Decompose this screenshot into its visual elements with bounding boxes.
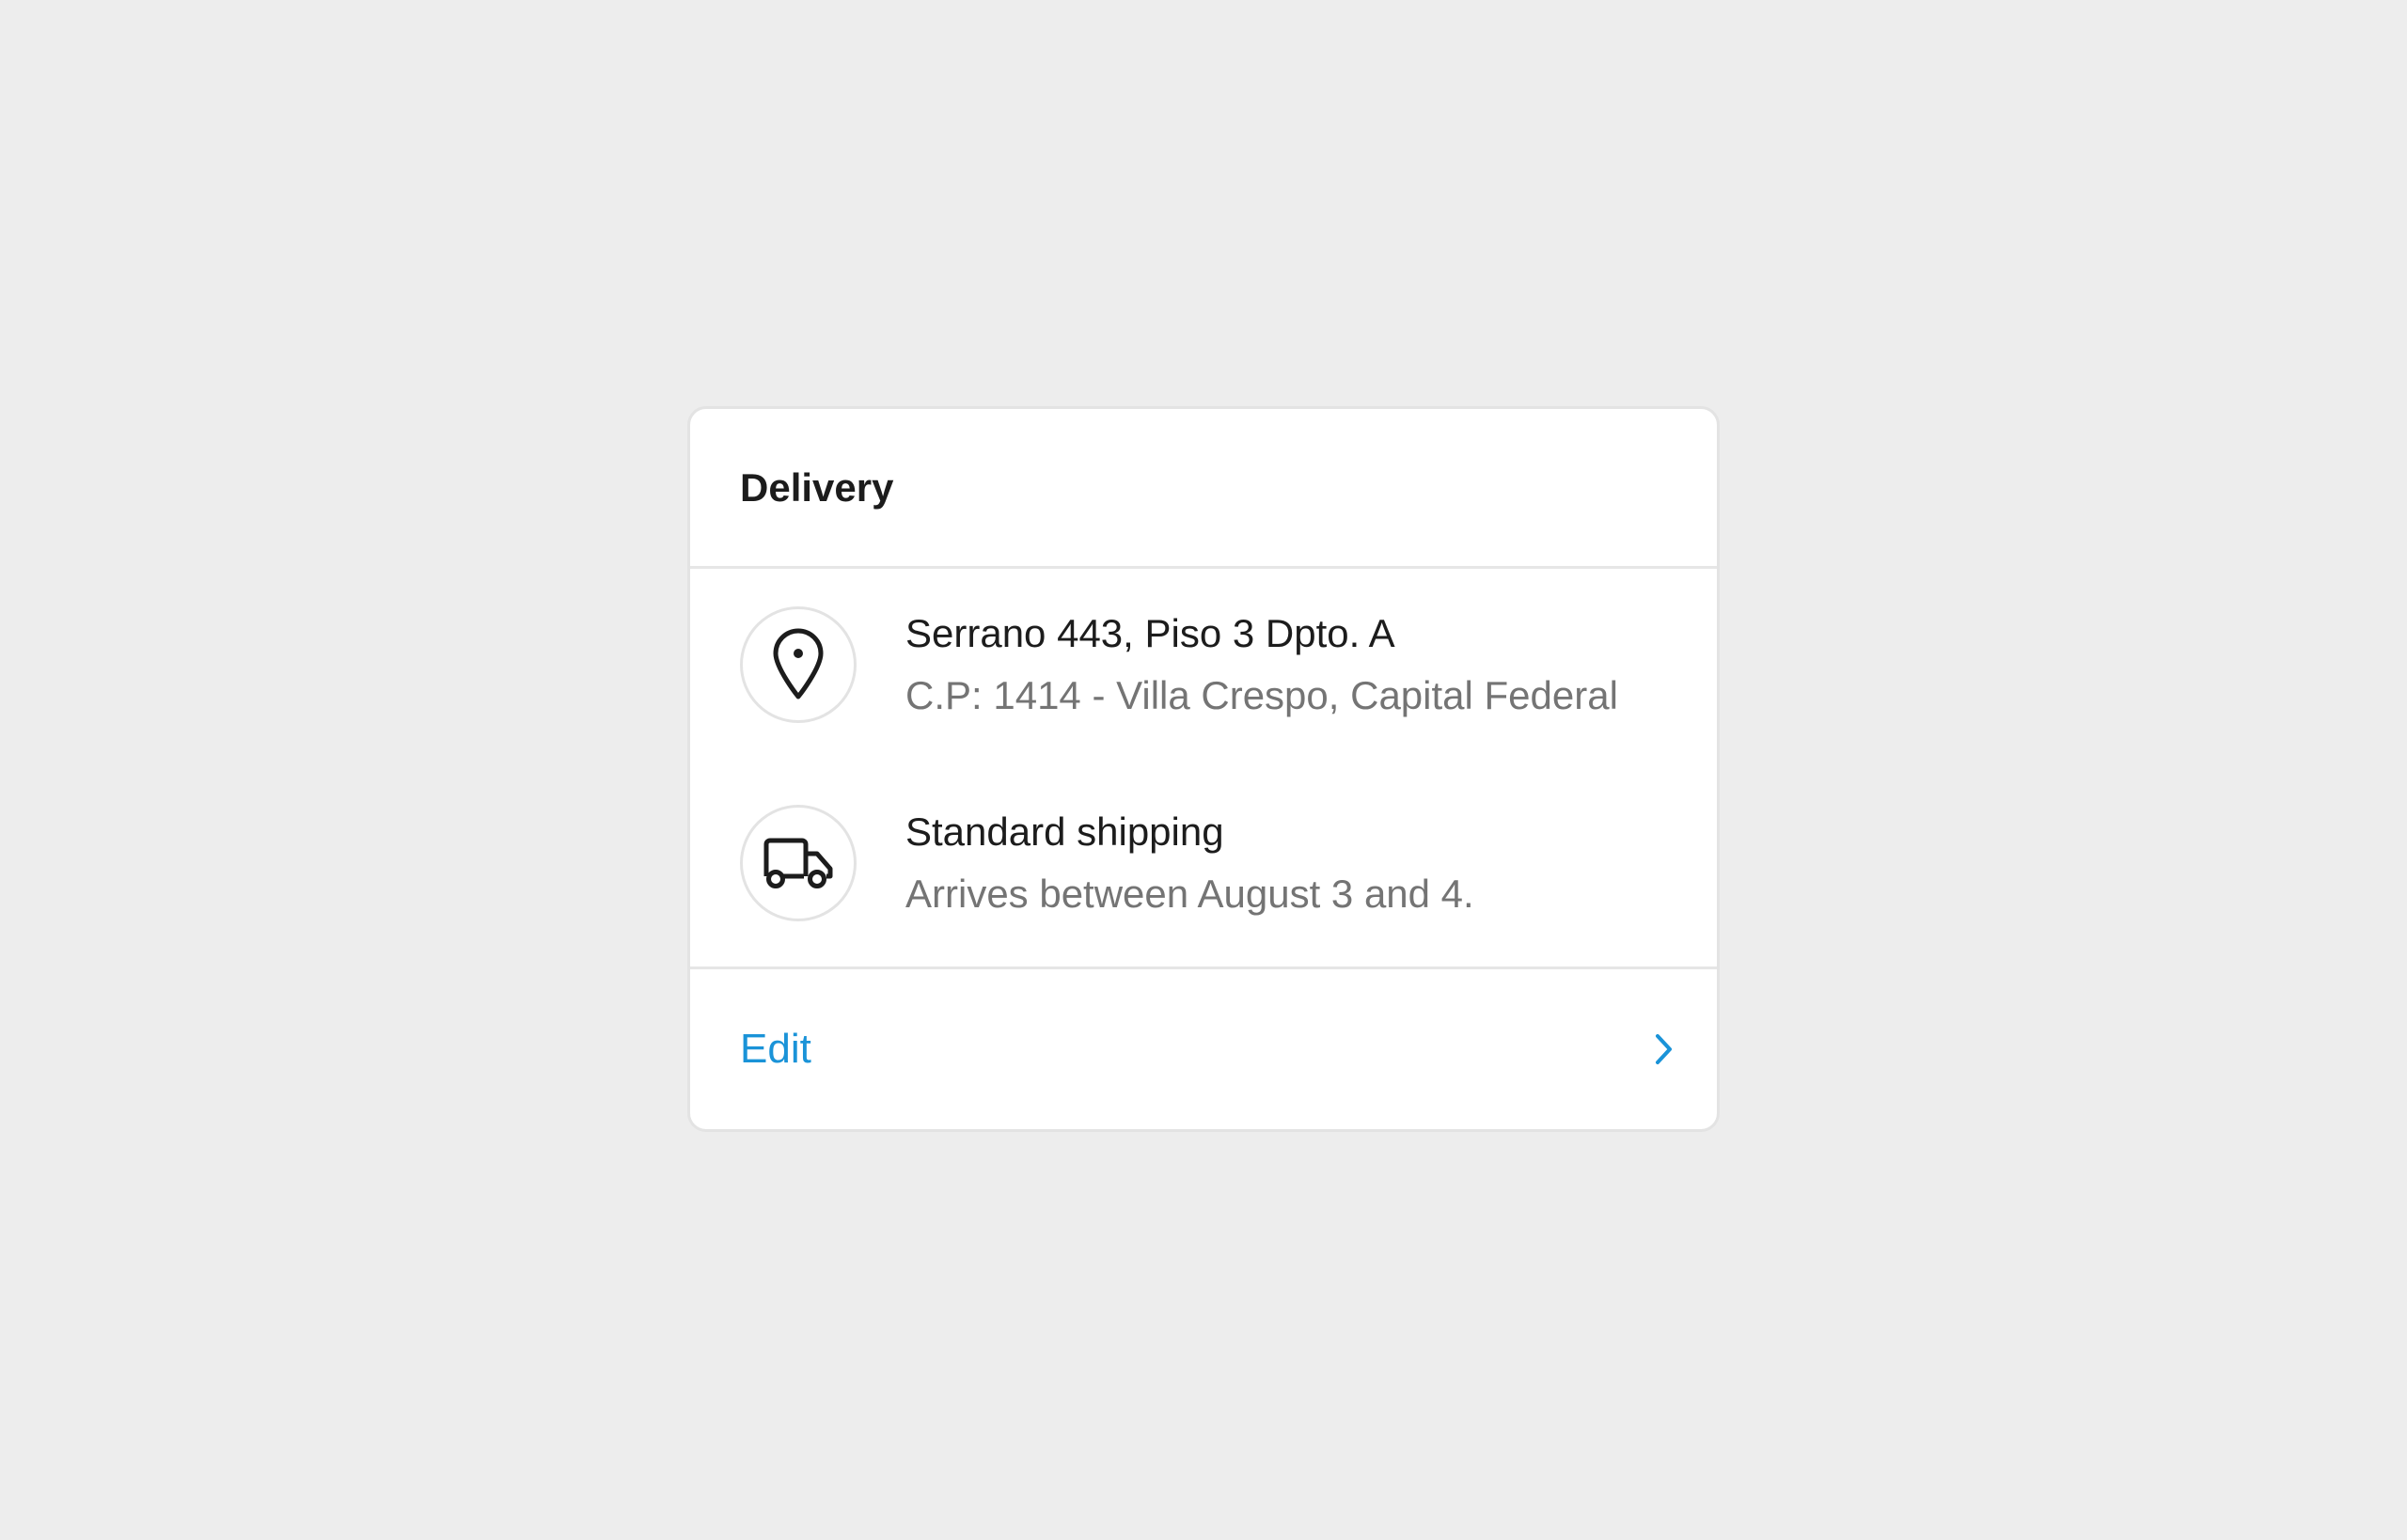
location-pin-icon — [740, 606, 857, 723]
shipping-method: Standard shipping — [905, 809, 1224, 854]
shipping-eta: Arrives between August 3 and 4. — [905, 872, 1474, 916]
card-body: Serrano 443, Piso 3 Dpto. A C.P: 1414 - … — [690, 569, 1717, 969]
delivery-card: Delivery Serrano 443, Piso 3 Dpto. A C.P… — [687, 406, 1720, 1132]
edit-link[interactable]: Edit — [740, 1026, 811, 1073]
address-row: Serrano 443, Piso 3 Dpto. A C.P: 1414 - … — [740, 606, 1679, 723]
address-line-1: Serrano 443, Piso 3 Dpto. A — [905, 611, 1395, 655]
shipping-text: Standard shipping Arrives between August… — [905, 806, 1474, 920]
edit-row[interactable]: Edit — [690, 969, 1717, 1129]
card-header: Delivery — [690, 409, 1717, 569]
card-title: Delivery — [740, 464, 894, 510]
shipping-row: Standard shipping Arrives between August… — [740, 805, 1679, 921]
address-text: Serrano 443, Piso 3 Dpto. A C.P: 1414 - … — [905, 607, 1618, 722]
truck-icon — [740, 805, 857, 921]
chevron-right-icon[interactable] — [1653, 1032, 1675, 1066]
address-line-2: C.P: 1414 - Villa Crespo, Capital Federa… — [905, 673, 1618, 717]
